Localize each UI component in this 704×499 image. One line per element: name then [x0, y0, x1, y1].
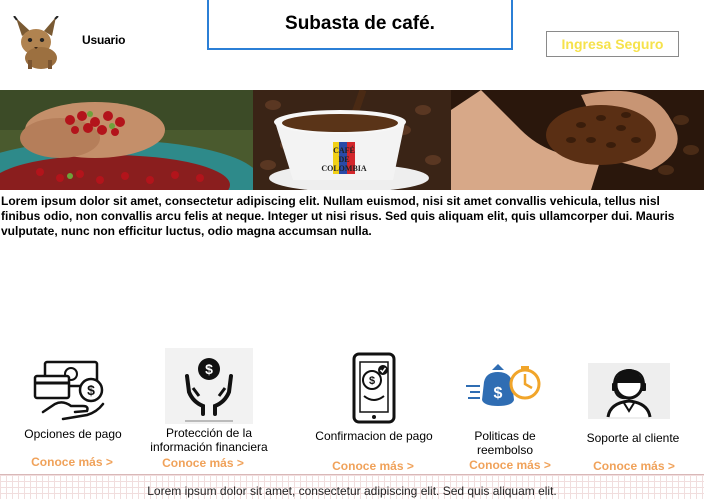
coffee-cup-image: CAFÉ DE COLOMBIA — [253, 90, 451, 190]
hero-banner: CAFÉ DE COLOMBIA — [0, 90, 704, 190]
svg-text:$: $ — [494, 385, 503, 402]
coffee-cherries-image — [0, 90, 253, 190]
service-label-financial-protection: Protección de la información financiera — [150, 426, 268, 454]
payment-options-link[interactable]: Conoce más > — [22, 455, 122, 469]
service-label-payment-options: Opciones de pago — [24, 427, 122, 441]
financial-protection-link[interactable]: Conoce más > — [153, 456, 253, 470]
service-label-refund-policies: Politicas de reembolso — [474, 429, 536, 457]
mug-text-line3: COLOMBIA — [321, 164, 367, 173]
avatar[interactable] — [8, 15, 66, 70]
customer-support-link[interactable]: Conoce más > — [584, 459, 684, 473]
payment-confirmation-link[interactable]: Conoce más > — [323, 459, 423, 473]
mug-text-line1: CAFÉ — [333, 145, 355, 155]
customer-support-icon[interactable] — [588, 363, 670, 419]
svg-text:$: $ — [205, 361, 213, 377]
username[interactable]: Usuario — [82, 33, 125, 47]
financial-protection-icon[interactable]: $ — [165, 348, 253, 424]
intro-paragraph: Lorem ipsum dolor sit amet, consectetur … — [1, 194, 675, 238]
coffee-beans-hands-image — [451, 90, 704, 190]
payment-confirmation-icon[interactable]: $ — [352, 352, 396, 424]
refund-policies-link[interactable]: Conoce más > — [460, 458, 560, 472]
service-label-customer-support: Soporte al cliente — [586, 431, 680, 445]
payment-options-icon[interactable]: $ — [33, 360, 107, 422]
mug-text-line2: DE — [338, 155, 349, 164]
refund-policies-icon[interactable]: $ — [464, 360, 542, 410]
svg-text:$: $ — [369, 375, 375, 387]
service-label-payment-confirmation: Confirmacion de pago — [315, 429, 433, 443]
svg-text:$: $ — [87, 382, 95, 398]
page-title: Subasta de café. — [207, 0, 513, 50]
footer-text: Lorem ipsum dolor sit amet, consectetur … — [147, 484, 557, 498]
login-button[interactable]: Ingresa Seguro — [546, 31, 679, 57]
page-title-text: Subasta de café. — [285, 13, 435, 34]
footer: Lorem ipsum dolor sit amet, consectetur … — [0, 474, 704, 499]
caracal-avatar-icon — [13, 15, 59, 69]
